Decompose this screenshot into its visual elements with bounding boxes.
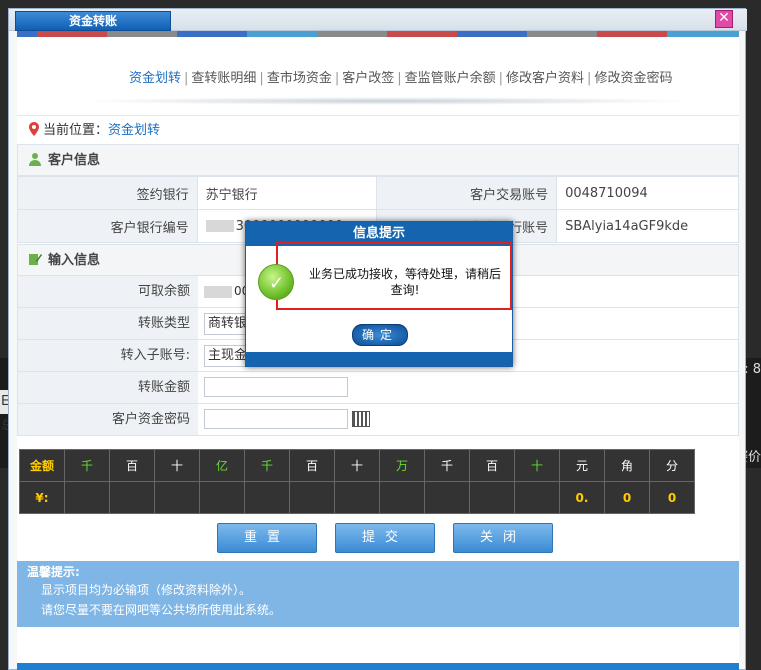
nav-fund-transfer[interactable]: 资金划转 [129,71,181,86]
tips-title: 温馨提示: [27,565,80,579]
reset-button[interactable]: 重置 [217,523,317,553]
sign-bank-label: 签约银行 [17,176,198,210]
breadcrumb: 当前位置：资金划转 [17,115,739,145]
customer-info-header: 客户信息 [17,144,739,176]
success-check-icon: ✓ [258,264,294,300]
nav-shadow [77,97,697,105]
decorative-color-bar [17,31,739,37]
submit-button[interactable]: 提交 [335,523,435,553]
top-nav: 资金划转 | 查转账明细 | 查市场资金 | 客户改签 | 查监管账户余额 | 修改客户资料 | 修改资… [129,71,673,86]
amount-label: 转账金额 [18,372,198,403]
password-row: 客户资金密码 [17,404,739,436]
bank-no-label: 客户银行编号 [17,209,198,243]
dialog-ok-button[interactable]: 确定 [352,324,408,346]
close-button[interactable]: 关闭 [453,523,553,553]
nav-market-funds[interactable]: 查市场资金 [267,71,332,86]
window-title: 资金转账 [15,11,171,31]
nav-edit-customer-info[interactable]: 修改客户资料 [506,71,584,86]
edit-icon [29,254,42,265]
bottom-bar [17,663,739,670]
amount-grid-header: 金额 千 百 十 亿 千 百 十 万 千 百 十 元 角 分 [19,449,695,482]
nav-supervision-balance[interactable]: 查监管账户余额 [405,71,496,86]
transfer-type-label: 转账类型 [18,308,198,339]
info-dialog: 信息提示 业务已成功接收，等待处理，请稍后查询! ✓ 确定 [245,221,513,367]
close-icon[interactable]: ✕ [715,10,733,28]
sub-account-label: 转入子账号: [18,340,198,371]
available-label: 可取余额 [18,276,198,307]
trade-account-label: 客户交易账号 [376,176,558,210]
amount-grid-values: ¥: 0. 0 0 [19,481,695,514]
keyboard-icon[interactable] [352,411,370,427]
tips-panel: 温馨提示: 显示项目均为必输项（修改资料除外）。 请您尽量不要在网吧等公共场所使… [17,561,739,627]
input-info-title: 输入信息 [48,253,101,268]
amount-input[interactable] [204,377,348,397]
tips-line-1: 显示项目均为必输项（修改资料除外）。 [41,583,252,597]
available-value: 00 [204,284,249,298]
nav-transfer-details[interactable]: 查转账明细 [191,71,256,86]
user-icon [29,153,41,166]
trade-account-value: 0048710094 [556,176,739,210]
bank-account-value: SBAlyia14aGF9kde [556,209,739,243]
breadcrumb-link[interactable]: 资金划转 [108,123,160,138]
fund-password-input[interactable] [204,409,348,429]
nav-change-fund-password[interactable]: 修改资金密码 [594,71,672,86]
amount-row: 转账金额 [17,372,739,404]
dialog-message: 业务已成功接收，等待处理，请稍后查询! [276,242,512,310]
nav-customer-resign[interactable]: 客户改签 [342,71,394,86]
password-label: 客户资金密码 [18,404,198,435]
tips-line-2: 请您尽量不要在网吧等公共场所使用此系统。 [41,603,282,617]
location-pin-icon [29,122,39,136]
breadcrumb-label: 当前位置： [43,123,109,138]
sign-bank-value: 苏宁银行 [196,176,378,210]
customer-info-title: 客户信息 [48,153,101,168]
window-titlebar: 资金转账 ✕ [9,9,747,31]
amount-grid: 金额 千 百 十 亿 千 百 十 万 千 百 十 元 角 分 ¥: 0. 0 0 [19,449,695,514]
dialog-footer [246,352,512,366]
